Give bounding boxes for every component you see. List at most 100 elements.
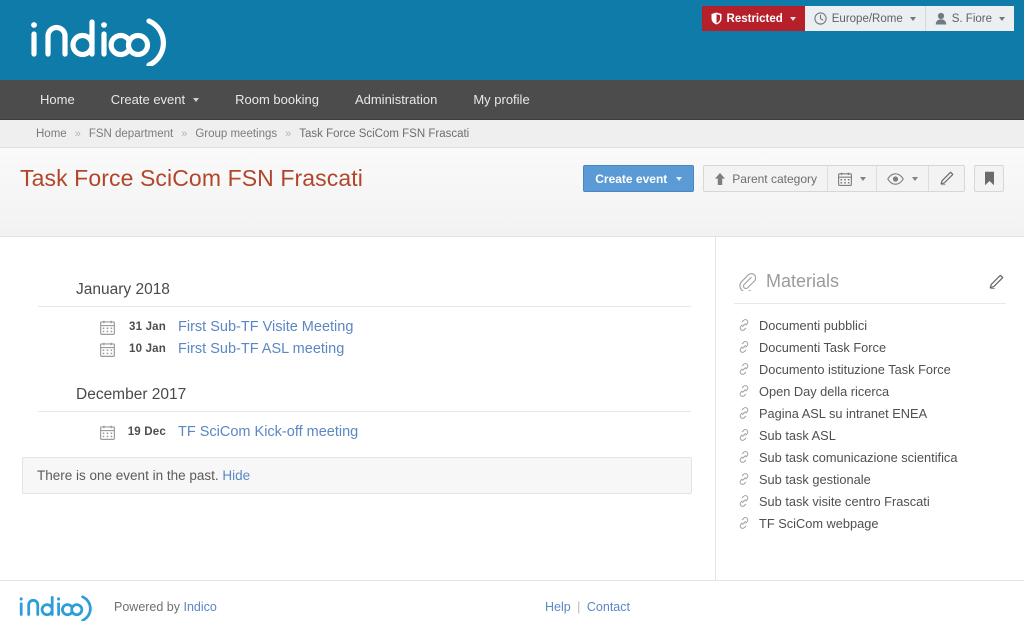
calendar-icon [100, 320, 126, 335]
nav-item-room-booking[interactable]: Room booking [217, 80, 337, 120]
materials-list: Documenti pubblici Documenti Task Force … [734, 314, 1006, 534]
calendar-icon [838, 172, 852, 186]
help-link[interactable]: Help [545, 600, 571, 614]
materials-header: Materials [734, 271, 1006, 304]
event-row[interactable]: 31 Jan First Sub-TF Visite Meeting [38, 316, 691, 338]
event-row[interactable]: 10 Jan First Sub-TF ASL meeting [38, 338, 691, 360]
past-events-notice: There is one event in the past. Hide [22, 457, 692, 494]
link-icon [738, 473, 750, 485]
link-icon [738, 429, 750, 441]
indico-footer-logo[interactable] [18, 593, 96, 622]
material-item[interactable]: TF SciCom webpage [734, 512, 1006, 534]
nav-item-administration[interactable]: Administration [337, 80, 455, 120]
indico-logo[interactable] [28, 14, 174, 66]
parent-category-label: Parent category [732, 171, 817, 186]
material-label: TF SciCom webpage [759, 515, 879, 531]
calendar-icon [100, 342, 126, 357]
edit-category-button[interactable] [929, 166, 964, 191]
arrow-up-icon [714, 172, 726, 186]
clock-icon [814, 12, 827, 25]
bookmark-button[interactable] [974, 165, 1004, 192]
material-item[interactable]: Pagina ASL su intranet ENEA [734, 402, 1006, 424]
user-menu-button[interactable]: S. Fiore [925, 6, 1014, 31]
material-label: Open Day della ricerca [759, 383, 890, 399]
nav-label: Administration [354, 91, 438, 107]
material-label: Documenti pubblici [759, 317, 868, 333]
link-icon [738, 363, 750, 375]
material-item[interactable]: Sub task ASL [734, 424, 1006, 446]
link-icon [738, 319, 750, 331]
material-item[interactable]: Sub task comunicazione scientifica [734, 446, 1006, 468]
protection-label: Restricted [726, 12, 783, 25]
paperclip-icon [738, 272, 757, 292]
category-title-bar: Task Force SciCom FSN Frascati Create ev… [0, 148, 1024, 237]
site-header: Restricted Europe/Rome S. Fiore [0, 0, 1024, 80]
material-item[interactable]: Documenti Task Force [734, 336, 1006, 358]
pencil-icon[interactable] [988, 274, 1004, 290]
chevron-down-icon [860, 176, 866, 181]
parent-category-button[interactable]: Parent category [704, 166, 828, 191]
nav-item-my-profile[interactable]: My profile [455, 80, 547, 120]
top-utility-bar: Restricted Europe/Rome S. Fiore [701, 6, 1014, 31]
protection-restricted-button[interactable]: Restricted [701, 6, 805, 31]
user-icon [935, 12, 947, 25]
category-action-buttons: Create event Parent category [583, 165, 1004, 192]
chevron-down-icon [676, 176, 683, 181]
event-title-link[interactable]: First Sub-TF ASL meeting [178, 341, 344, 357]
month-heading: January 2018 [38, 281, 691, 307]
visibility-button[interactable] [877, 166, 929, 191]
nav-label: Room booking [235, 91, 319, 107]
link-icon [738, 517, 750, 529]
material-label: Sub task gestionale [759, 471, 871, 487]
breadcrumb-item-fsn-department[interactable]: FSN department [89, 128, 173, 140]
shield-icon [711, 12, 722, 25]
material-item[interactable]: Open Day della ricerca [734, 380, 1006, 402]
site-footer: Powered by Indico Help | Contact [0, 580, 1024, 633]
month-group: January 2018 31 Jan First Sub-TF Visite … [38, 281, 691, 360]
event-title-link[interactable]: TF SciCom Kick-off meeting [178, 424, 358, 440]
material-label: Sub task ASL [759, 427, 836, 443]
link-icon [738, 385, 750, 397]
material-label: Sub task comunicazione scientifica [759, 449, 958, 465]
material-label: Sub task visite centro Frascati [759, 493, 930, 509]
powered-by-prefix: Powered by [114, 600, 184, 614]
event-row[interactable]: 19 Dec TF SciCom Kick-off meeting [38, 421, 691, 443]
breadcrumb-item-home[interactable]: Home [36, 128, 67, 140]
link-icon [738, 495, 750, 507]
bookmark-icon [984, 171, 995, 186]
nav-label: Home [40, 91, 75, 107]
materials-sidebar: Materials Documenti pubblici Documenti T… [715, 237, 1024, 580]
calendar-view-button[interactable] [828, 166, 877, 191]
user-label: S. Fiore [951, 12, 992, 25]
hide-past-events-link[interactable]: Hide [222, 468, 250, 483]
material-item[interactable]: Documenti pubblici [734, 314, 1006, 336]
event-date: 19 Dec [127, 426, 166, 438]
breadcrumb-item-group-meetings[interactable]: Group meetings [195, 128, 277, 140]
timezone-button[interactable]: Europe/Rome [804, 6, 926, 31]
event-title-link[interactable]: First Sub-TF Visite Meeting [178, 319, 353, 335]
link-icon [738, 341, 750, 353]
nav-item-home[interactable]: Home [22, 80, 93, 120]
material-item[interactable]: Sub task visite centro Frascati [734, 490, 1006, 512]
event-date: 10 Jan [128, 343, 166, 355]
nav-label: My profile [473, 91, 530, 107]
breadcrumb-separator: » [285, 127, 292, 140]
footer-link-separator: | [577, 600, 581, 614]
pencil-icon [939, 171, 954, 186]
indico-link[interactable]: Indico [183, 600, 216, 614]
nav-label: Create event [110, 91, 186, 107]
calendar-icon [100, 425, 126, 440]
material-item[interactable]: Sub task gestionale [734, 468, 1006, 490]
nav-item-create-event[interactable]: Create event [93, 80, 217, 120]
create-event-label: Create event [595, 171, 668, 186]
material-label: Pagina ASL su intranet ENEA [759, 405, 928, 421]
materials-title: Materials [766, 271, 840, 291]
contact-link[interactable]: Contact [587, 600, 630, 614]
chevron-down-icon [193, 97, 200, 102]
chevron-down-icon [912, 176, 918, 181]
timezone-label: Europe/Rome [831, 12, 903, 25]
create-event-button[interactable]: Create event [583, 165, 695, 192]
chevron-down-icon [789, 16, 796, 21]
month-group: December 2017 19 Dec TF SciCom Kick-off … [38, 386, 691, 443]
material-item[interactable]: Documento istituzione Task Force [734, 358, 1006, 380]
